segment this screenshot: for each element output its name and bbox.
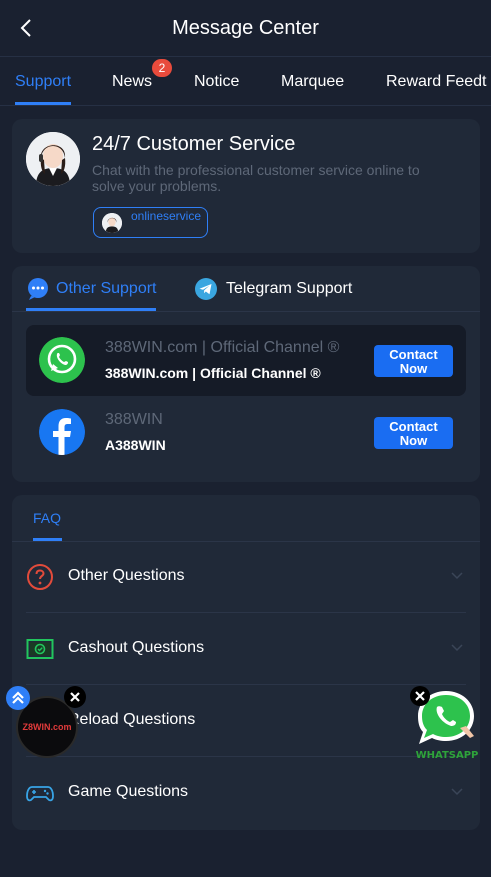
question-icon bbox=[27, 564, 53, 590]
support-tabs: Other Support Telegram Support bbox=[12, 266, 480, 312]
contact-now-button[interactable]: Contact Now bbox=[374, 417, 453, 449]
mini-avatar bbox=[102, 213, 122, 233]
faq-item-cashout[interactable]: Cashout Questions bbox=[26, 613, 466, 685]
agent-avatar bbox=[26, 132, 80, 186]
online-service-label: onlineservice bbox=[130, 209, 202, 223]
support-card: Other Support Telegram Support 388WIN.co… bbox=[12, 266, 480, 482]
chevron-left-icon bbox=[20, 19, 31, 37]
chevron-down-icon bbox=[451, 644, 463, 652]
close-icon bbox=[70, 692, 80, 702]
tab-label: News bbox=[112, 72, 153, 90]
faq-card: FAQ Other Questions Cashout Questions Re… bbox=[12, 495, 480, 830]
tab-other-support[interactable]: Other Support bbox=[26, 275, 157, 303]
customer-service-title: 24/7 Customer Service bbox=[92, 133, 296, 155]
telegram-icon bbox=[195, 278, 217, 300]
tab-active-indicator bbox=[15, 102, 71, 105]
contact-row-whatsapp: 388WIN.com | Official Channel ® 388WIN.c… bbox=[26, 325, 466, 396]
contact-name: A388WIN bbox=[105, 437, 166, 453]
chevron-down-icon bbox=[451, 788, 463, 796]
contact-now-button[interactable]: Contact Now bbox=[374, 345, 453, 377]
tab-label: Notice bbox=[194, 72, 240, 90]
tab-news[interactable]: News 2 bbox=[112, 57, 172, 105]
tab-bar: Support News 2 Notice Marquee Reward Fee… bbox=[0, 56, 491, 106]
tab-label: Telegram Support bbox=[226, 280, 353, 297]
tab-faq[interactable]: FAQ bbox=[33, 510, 61, 526]
tab-marquee[interactable]: Marquee bbox=[281, 57, 345, 105]
faq-label: Other Questions bbox=[68, 567, 185, 584]
agent-avatar-icon bbox=[26, 132, 80, 186]
scroll-up-button[interactable] bbox=[6, 686, 30, 710]
back-button[interactable] bbox=[14, 16, 38, 40]
tab-label: Other Support bbox=[56, 280, 157, 297]
contact-title: 388WIN.com | Official Channel ® bbox=[105, 339, 340, 356]
online-service-button[interactable]: onlineservice bbox=[93, 207, 208, 238]
customer-service-description: Chat with the professional customer serv… bbox=[92, 162, 420, 194]
whatsapp-label: WHATSAPP bbox=[415, 750, 479, 761]
page-title: Message Center bbox=[172, 16, 319, 39]
faq-item-other[interactable]: Other Questions bbox=[26, 541, 466, 613]
gamepad-icon bbox=[26, 786, 54, 802]
contact-name: 388WIN.com | Official Channel ® bbox=[105, 365, 321, 381]
floating-whatsapp-widget[interactable]: WHATSAPP bbox=[410, 686, 488, 768]
customer-service-card[interactable]: 24/7 Customer Service Chat with the prof… bbox=[12, 119, 480, 253]
tab-label: Marquee bbox=[281, 72, 345, 90]
facebook-icon bbox=[39, 409, 85, 455]
close-icon bbox=[415, 691, 425, 701]
cashout-icon bbox=[26, 639, 54, 659]
faq-item-game[interactable]: Game Questions bbox=[26, 757, 466, 829]
faq-label: Reload Questions bbox=[68, 711, 196, 728]
news-badge: 2 bbox=[152, 59, 172, 77]
chevron-down-icon bbox=[451, 572, 463, 580]
faq-label: Cashout Questions bbox=[68, 639, 205, 656]
header: Message Center bbox=[0, 0, 491, 56]
contact-title: 388WIN bbox=[105, 411, 163, 428]
mini-avatar-icon bbox=[102, 213, 122, 233]
floating-promo-widget[interactable]: Z8WIN.com bbox=[6, 686, 86, 760]
faq-item-reload[interactable]: Reload Questions bbox=[26, 685, 466, 757]
faq-label: Game Questions bbox=[68, 783, 189, 800]
brand-logo-text: Z8WIN.com bbox=[22, 722, 72, 732]
support-tab-indicator bbox=[26, 308, 156, 311]
tab-label: Reward Feedt bbox=[386, 72, 487, 90]
contact-row-facebook: 388WIN A388WIN Contact Now bbox=[26, 397, 466, 468]
tab-support[interactable]: Support bbox=[15, 57, 72, 105]
tab-notice[interactable]: Notice bbox=[194, 57, 240, 105]
tab-telegram-support[interactable]: Telegram Support bbox=[194, 275, 352, 303]
close-whatsapp-button[interactable] bbox=[410, 686, 430, 706]
tab-reward-feedback[interactable]: Reward Feedt bbox=[386, 57, 487, 105]
whatsapp-icon bbox=[39, 337, 85, 383]
double-chevron-up-icon bbox=[12, 691, 24, 704]
close-promo-button[interactable] bbox=[64, 686, 86, 708]
tab-label: Support bbox=[15, 72, 72, 90]
chat-bubble-icon bbox=[28, 278, 48, 300]
